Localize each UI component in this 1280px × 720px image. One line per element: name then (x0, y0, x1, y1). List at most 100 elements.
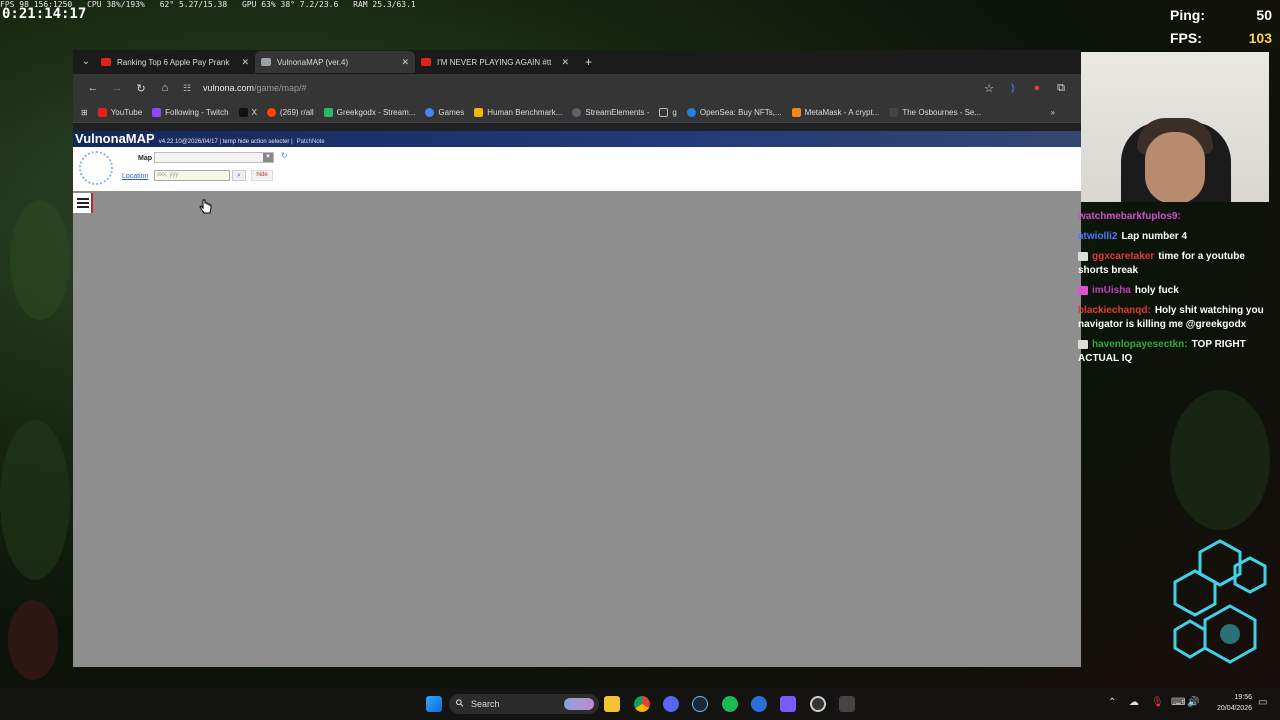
bookmark-osbournes[interactable]: The Osbournes - Se... (889, 107, 982, 117)
page-content: VulnonaMAP v4.22.10@2026/04/17 | temp hi… (73, 131, 1081, 667)
bookmark-label: OpenSea: Buy NFTs,... (699, 107, 782, 117)
bookmark-youtube[interactable]: YouTube (97, 107, 143, 117)
tab-vulnonamap[interactable]: VulnonaMAP (ver.4) ✕ (255, 51, 415, 73)
tab-search-icon[interactable]: ⌄ (77, 53, 95, 71)
steam-icon[interactable] (692, 696, 708, 712)
chat-message: atwiolli2 Lap number 4 (1078, 230, 1278, 244)
tab-strip: ⌄ Ranking Top 6 Apple Pay Prank ✕ Vulnon… (73, 50, 1081, 74)
patchnote-link[interactable]: PatchNote (297, 139, 325, 145)
volume-icon[interactable]: 🔊 (1187, 697, 1199, 708)
location-input[interactable]: xxx, yyy (154, 170, 230, 181)
ping-label: Ping: (1170, 7, 1205, 23)
x-icon (238, 107, 248, 117)
reddit-icon (266, 107, 276, 117)
chat-username: imUisha (1092, 285, 1131, 296)
network-icon[interactable]: ⌨ (1171, 697, 1185, 708)
chat-message: imUisha holy fuck (1078, 284, 1278, 298)
chevron-up-icon[interactable]: ⌃ (1108, 697, 1116, 708)
record-icon[interactable]: ● (1025, 82, 1049, 94)
location-link[interactable]: Location (122, 173, 148, 180)
extensions-icon[interactable]: ⧉ (1049, 82, 1073, 95)
chrome-icon[interactable] (634, 696, 650, 712)
folder-icon (659, 107, 669, 117)
bookmark-metamask[interactable]: MetaMask - A crypt... (791, 107, 879, 117)
fps-value: 103 (1248, 30, 1272, 46)
forward-icon[interactable]: → (105, 82, 129, 94)
bookmark-reddit[interactable]: (269) r/all (266, 107, 314, 117)
tab-ranking[interactable]: Ranking Top 6 Apple Pay Prank ✕ (95, 51, 255, 73)
refresh-icon[interactable]: ↻ (281, 151, 288, 160)
speaker-badge-icon (1078, 339, 1088, 349)
search-icon[interactable]: ⌕ (232, 170, 246, 181)
bookmark-greekgodx[interactable]: Greekgodx - Stream... (323, 107, 416, 117)
bookmark-streamelements[interactable]: StreamElements - (572, 107, 649, 117)
apps-icon[interactable]: ⊞ (81, 108, 88, 117)
bookmark-twitch[interactable]: Following - Twitch (152, 107, 229, 117)
clock[interactable]: 19:56 20/04/2026 (1217, 692, 1252, 714)
osd-stat: GPU 63% 38° 7.2/23.6 (241, 0, 339, 9)
grid-app-icon[interactable] (780, 696, 796, 712)
menu-button[interactable] (73, 193, 93, 213)
chat-username: blackiechanqd: (1078, 305, 1151, 316)
bookmark-opensea[interactable]: OpenSea: Buy NFTs,... (686, 107, 782, 117)
windows-start-icon[interactable] (426, 696, 442, 712)
chat-username: atwiolli2 (1078, 231, 1118, 242)
page-icon (261, 58, 271, 66)
url-path: /game/map/# (254, 83, 307, 93)
close-icon[interactable]: ✕ (241, 57, 249, 68)
osd-stat: 62° 5.27/15.38 (159, 0, 228, 9)
chat-message: blackiechanqd: Holy shit watching you nav… (1078, 304, 1278, 332)
ping-value: 50 (1256, 7, 1272, 23)
tab-never-playing[interactable]: I'M NEVER PLAYING AGAIN #tt ✕ (415, 51, 575, 73)
bookmark-label: Games (438, 107, 465, 117)
obs-icon[interactable] (810, 696, 826, 712)
map-select[interactable]: ▼ (154, 152, 274, 163)
bookmarks-bar: ⊞ YouTube Following - Twitch X (269) r/a… (73, 102, 1081, 123)
extension-wave-icon[interactable]: ⦆ (1001, 82, 1025, 95)
tab-title: I'M NEVER PLAYING AGAIN #tt (437, 57, 552, 67)
loading-spinner-icon (79, 151, 113, 185)
webcam-feed (1081, 52, 1269, 202)
chat-text: Lap number 4 (1121, 231, 1188, 242)
address-bar[interactable]: ☷ vulnona.com/game/map/# (183, 77, 977, 99)
reload-icon[interactable]: ↻ (129, 82, 153, 95)
bookmark-games[interactable]: Games (425, 107, 465, 117)
star-icon[interactable]: ☆ (977, 82, 1001, 95)
notifications-icon[interactable]: ▭ (1258, 697, 1267, 708)
close-icon[interactable]: ✕ (561, 57, 569, 68)
bookmark-label: Greekgodx - Stream... (336, 107, 416, 117)
close-icon[interactable]: ✕ (401, 57, 409, 68)
tab-title: Ranking Top 6 Apple Pay Prank (117, 57, 230, 67)
windows-taskbar: Search ⌃ ☁ 🎙 ⌨ 🔊 19:56 20/04/2026 ▭ (0, 688, 1280, 720)
ccleaner-icon[interactable] (751, 696, 767, 712)
metamask-icon (791, 107, 801, 117)
home-icon[interactable]: ⌂ (153, 82, 177, 94)
channel-hex-logo-icon (1173, 539, 1267, 664)
site-info-icon[interactable]: ☷ (183, 83, 203, 94)
map-label: Map (138, 155, 152, 162)
onedrive-icon[interactable]: ☁ (1129, 697, 1139, 708)
chat-message: watchmebarkfuplos9: (1078, 210, 1278, 224)
back-icon[interactable]: ← (81, 82, 105, 94)
spotify-icon[interactable] (722, 696, 738, 712)
more-bookmarks-icon[interactable]: » (1051, 108, 1055, 117)
microphone-icon[interactable]: 🎙 (1151, 697, 1164, 708)
bookmark-label: Following - Twitch (165, 107, 229, 117)
benchmark-icon (474, 107, 484, 117)
opensea-icon (686, 107, 696, 117)
app-icon[interactable] (839, 696, 855, 712)
games-icon (425, 107, 435, 117)
new-tab-icon[interactable]: + (585, 55, 592, 69)
bookmark-humanbenchmark[interactable]: Human Benchmark... (474, 107, 562, 117)
page-title: VulnonaMAP (75, 131, 155, 146)
bookmark-folder-g[interactable]: g (659, 107, 677, 117)
search-highlight-icon[interactable] (564, 698, 594, 710)
bookmark-label: The Osbournes - Se... (902, 107, 982, 117)
stream-chat: watchmebarkfuplos9: atwiolli2 Lap number … (1078, 210, 1278, 372)
file-explorer-icon[interactable] (604, 696, 620, 712)
discord-icon[interactable] (663, 696, 679, 712)
bookmark-label: YouTube (110, 107, 143, 117)
bookmark-x[interactable]: X (238, 107, 257, 117)
bookmark-label: X (251, 107, 257, 117)
hide-button[interactable]: hide (251, 170, 273, 181)
